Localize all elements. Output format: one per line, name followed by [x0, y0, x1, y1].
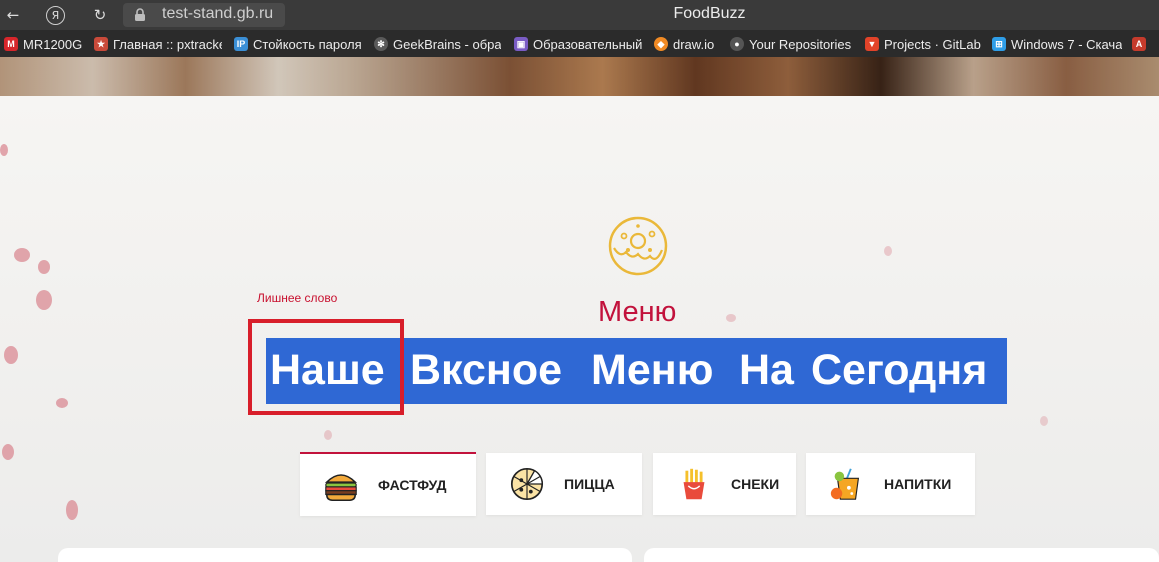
pizza-icon — [510, 467, 544, 501]
image-icon: ▣ — [514, 37, 528, 51]
tab-label: ПИЦЦА — [564, 476, 615, 492]
bookmark-item[interactable]: ▣ Образовательный — [514, 35, 642, 53]
bookmark-item[interactable]: ★ Главная :: pxtracker — [94, 35, 222, 53]
bookmark-item[interactable]: IP Стойкость пароля — [234, 35, 362, 53]
section-label: Меню — [598, 296, 677, 328]
decorative-petal — [884, 246, 892, 256]
decorative-petal — [38, 260, 50, 274]
decorative-petal — [56, 398, 68, 408]
bookmark-label: MR1200G — [23, 36, 83, 52]
decorative-petal — [66, 500, 78, 520]
bookmark-item[interactable]: ● Your Repositories — [730, 35, 855, 53]
decorative-petal — [4, 346, 18, 364]
donut-icon — [608, 216, 668, 276]
tab-drinks[interactable]: НАПИТКИ — [806, 453, 975, 515]
bookmark-label: Projects · GitLab — [884, 36, 981, 52]
bookmark-label: Your Repositories — [749, 36, 852, 52]
burger-icon — [324, 474, 358, 501]
menu-card — [58, 548, 632, 562]
annotation-note: Лишнее слово — [257, 291, 338, 305]
bookmark-label: Главная :: pxtracker — [113, 36, 222, 52]
tab-label: СНЕКИ — [731, 476, 780, 492]
heading-word: Меню — [591, 346, 714, 394]
bookmark-item[interactable]: A — [1132, 35, 1156, 53]
drink-icon — [830, 468, 860, 500]
mr-icon: M — [4, 37, 18, 51]
windows-icon: ⊞ — [992, 37, 1006, 51]
translate-icon: A — [1132, 37, 1146, 51]
tab-title: FoodBuzz — [673, 5, 746, 22]
fries-icon — [683, 468, 705, 500]
gitlab-icon: ▼ — [865, 37, 879, 51]
tab-label: ФАСТФУД — [378, 477, 447, 493]
decorative-petal — [1040, 416, 1048, 426]
bookmark-item[interactable]: ✻ GeekBrains - образовательный — [374, 35, 501, 53]
hero-image — [0, 57, 1159, 96]
decorative-petal — [0, 144, 8, 156]
decorative-petal — [2, 444, 14, 460]
bookmark-label: GeekBrains - образовательный — [393, 36, 501, 52]
heading-word: Вксное — [410, 346, 563, 394]
heading-word: Сегодня — [811, 346, 988, 394]
bookmark-label: Образовательный — [533, 36, 642, 52]
tab-snacks[interactable]: СНЕКИ — [653, 453, 796, 515]
bookmarks-bar: M MR1200G ★ Главная :: pxtracker IP Стой… — [0, 30, 1159, 57]
drawio-icon: ◆ — [654, 37, 668, 51]
decorative-petal — [36, 290, 52, 310]
decorative-petal — [14, 248, 30, 262]
bookmark-label: Стойкость пароля — [253, 36, 362, 52]
decorative-petal — [324, 430, 332, 440]
ip-icon: IP — [234, 37, 248, 51]
browser-top-bar: ← Я ↻ test-stand.gb.ru FoodBuzz — [0, 0, 1159, 30]
annotation-box — [248, 319, 404, 415]
bookmark-item[interactable]: M MR1200G — [4, 35, 84, 53]
tab-pizza[interactable]: ПИЦЦА — [486, 453, 642, 515]
menu-section: Лишнее слово Меню Наше Вксное Меню На Се… — [0, 96, 1159, 562]
bookmark-item[interactable]: ◆ draw.io — [654, 35, 720, 53]
github-icon: ● — [730, 37, 744, 51]
tab-label: НАПИТКИ — [884, 476, 952, 492]
bookmark-item[interactable]: ⊞ Windows 7 - Скачать — [992, 35, 1122, 53]
pxtracker-icon: ★ — [94, 37, 108, 51]
heading-word: На — [739, 346, 794, 394]
tab-fastfood[interactable]: ФАСТФУД — [300, 452, 476, 516]
bookmark-label: draw.io — [673, 36, 715, 52]
bookmark-item[interactable]: ▼ Projects · GitLab — [865, 35, 983, 53]
decorative-petal — [726, 314, 736, 322]
openai-icon: ✻ — [374, 37, 388, 51]
bookmark-label: Windows 7 - Скачать — [1011, 36, 1122, 52]
menu-card — [644, 548, 1159, 562]
